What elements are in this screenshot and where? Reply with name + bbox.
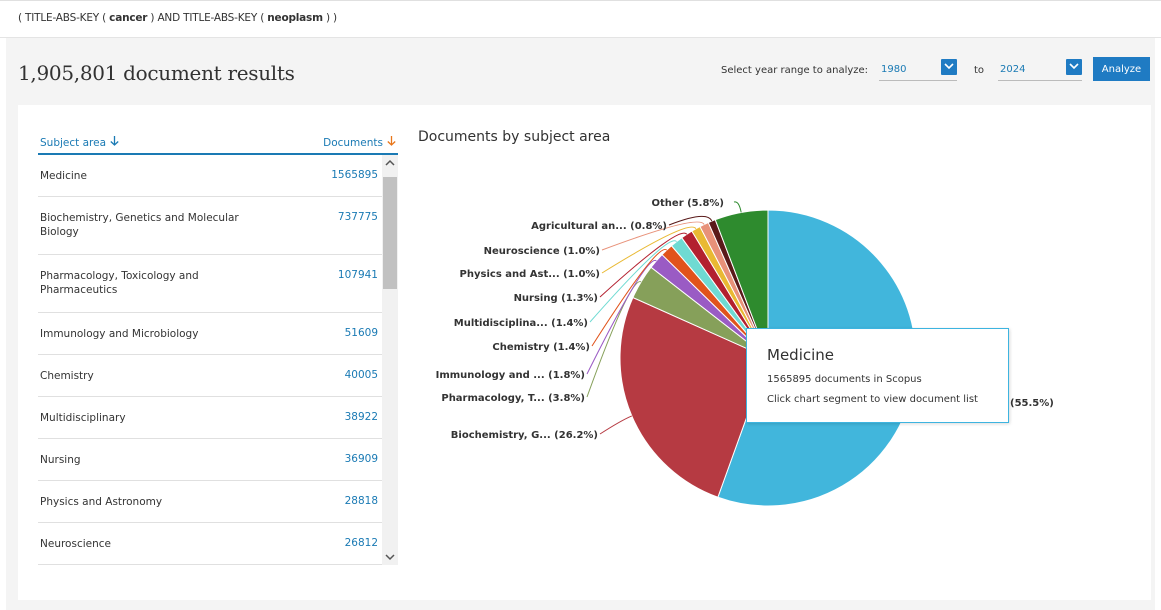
year-to-label: to <box>974 65 985 76</box>
chevron-down-icon <box>1069 63 1079 70</box>
pie-data-label: Other (5.8%) <box>652 198 724 209</box>
query-bar: ( TITLE-ABS-KEY ( cancer ) AND TITLE-ABS… <box>0 0 1161 38</box>
search-query: ( TITLE-ABS-KEY ( cancer ) AND TITLE-ABS… <box>18 12 337 24</box>
tooltip-hint: Click chart segment to view document lis… <box>767 394 978 405</box>
query-term-1: cancer <box>109 12 148 24</box>
query-term-2: neoplasm <box>267 12 323 24</box>
pie-data-label: Biochemistry, G... (26.2%) <box>451 430 598 441</box>
pie-data-label: Agricultural an... (0.8%) <box>531 221 667 232</box>
year-to-value: 2024 <box>1000 64 1026 75</box>
chevron-down-icon <box>944 63 954 70</box>
results-count: 1,905,801 document results <box>18 61 295 85</box>
year-range-label: Select year range to analyze: <box>721 65 869 76</box>
query-mid: ) AND TITLE-ABS-KEY ( <box>147 12 268 24</box>
pie-data-label: Physics and Ast... (1.0%) <box>460 269 600 280</box>
subject-area-card: Subject area Documents Medicine 1565895 … <box>18 105 1151 600</box>
pie-connector-line <box>599 415 633 435</box>
year-to-select[interactable]: 2024 <box>998 59 1082 81</box>
pie-connector-line <box>733 201 742 213</box>
pie-data-label: Nursing (1.3%) <box>514 293 598 304</box>
query-prefix: ( TITLE-ABS-KEY ( <box>18 12 110 24</box>
pie-data-label: Chemistry (1.4%) <box>492 342 590 353</box>
pie-data-label: Multidisciplina... (1.4%) <box>454 318 588 329</box>
tooltip-document-count: 1565895 documents in Scopus <box>767 374 922 385</box>
pie-data-label: Immunology and ... (1.8%) <box>436 370 585 381</box>
query-suffix: ) ) <box>322 12 337 24</box>
tooltip-title: Medicine <box>767 346 835 364</box>
analyze-button[interactable]: Analyze <box>1093 57 1150 81</box>
pie-data-label: Pharmacology, T... (3.8%) <box>441 393 585 404</box>
year-from-dropdown-button[interactable] <box>941 59 957 75</box>
year-to-dropdown-button[interactable] <box>1066 59 1082 75</box>
analysis-panel: 1,905,801 document results Select year r… <box>6 38 1155 610</box>
year-from-value: 1980 <box>881 64 907 75</box>
pie-data-label: Neuroscience (1.0%) <box>484 246 600 257</box>
pie-data-label: (55.5%) <box>1010 398 1054 409</box>
year-from-select[interactable]: 1980 <box>879 59 957 81</box>
chart-tooltip: Medicine 1565895 documents in Scopus Cli… <box>746 328 1009 423</box>
